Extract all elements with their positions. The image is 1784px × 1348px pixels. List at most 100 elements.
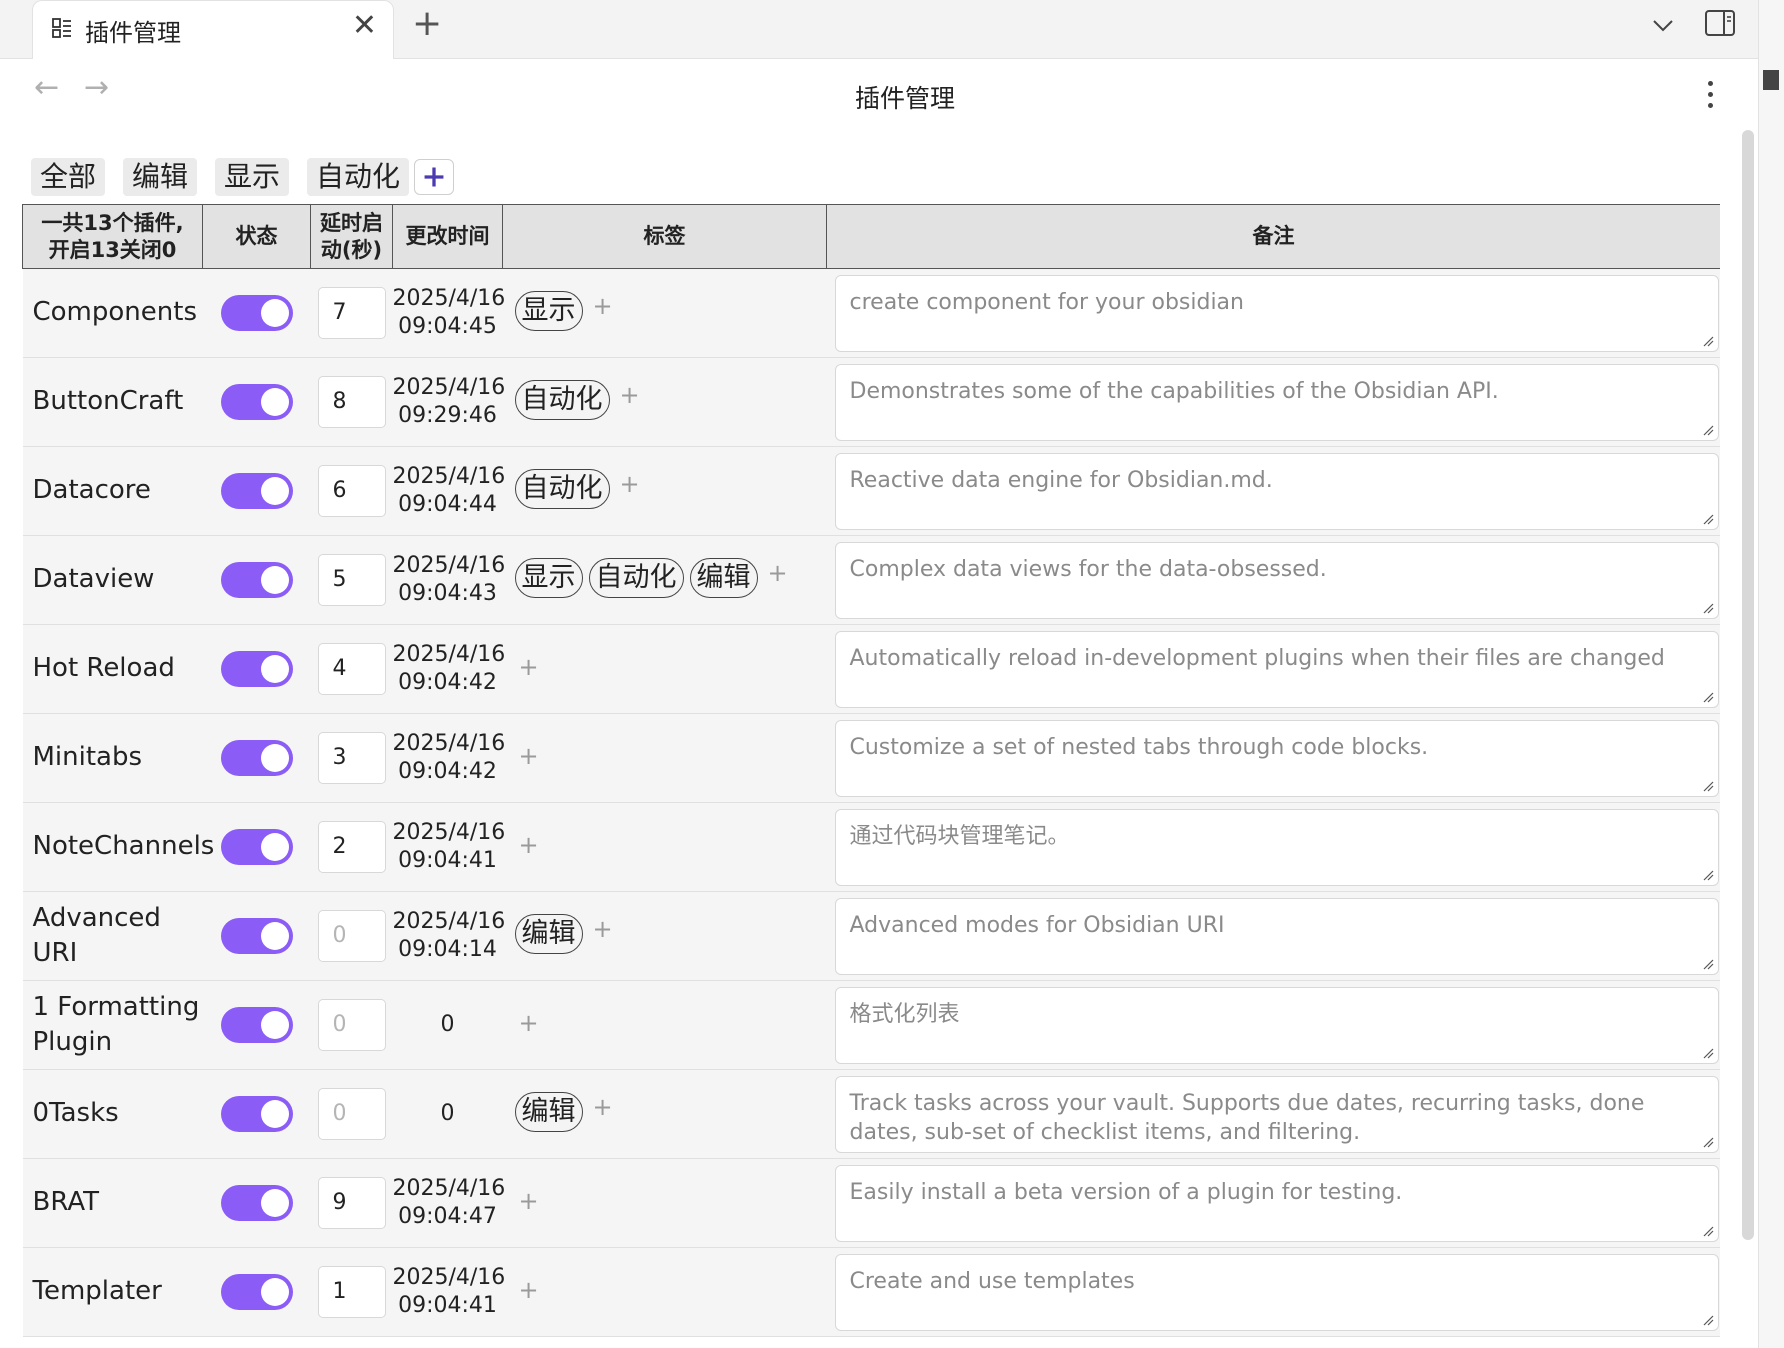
- add-tag-button[interactable]: +: [519, 1186, 539, 1216]
- plugin-name: BRAT: [22, 1158, 203, 1248]
- more-options-icon[interactable]: [1706, 81, 1714, 111]
- note-text: Create and use templates: [849, 1268, 1135, 1294]
- note-textarea[interactable]: Complex data views for the data-obsessed…: [834, 541, 1719, 619]
- toggle-knob: [260, 1011, 289, 1039]
- note-textarea[interactable]: Demonstrates some of the capabilities of…: [834, 363, 1719, 441]
- note-textarea[interactable]: Create and use templates: [834, 1253, 1719, 1331]
- delay-input[interactable]: 8: [317, 376, 386, 428]
- note-cell: Complex data views for the data-obsessed…: [826, 535, 1720, 625]
- enable-toggle[interactable]: [220, 918, 293, 954]
- filter-chip-edit[interactable]: 编辑: [123, 158, 198, 196]
- add-tag-button[interactable]: +: [768, 558, 788, 588]
- note-textarea[interactable]: Track tasks across your vault. Supports …: [834, 1075, 1719, 1153]
- toggle-knob: [260, 566, 289, 594]
- delay-input[interactable]: 1: [317, 1266, 386, 1318]
- resize-grip-icon[interactable]: [1702, 958, 1714, 970]
- add-filter-button[interactable]: [414, 159, 454, 195]
- chevron-down-icon[interactable]: [1650, 12, 1676, 38]
- delay-input[interactable]: 6: [317, 465, 386, 517]
- close-icon[interactable]: ✕: [352, 11, 377, 41]
- delay-input[interactable]: 3: [317, 732, 386, 784]
- enable-toggle[interactable]: [220, 384, 293, 420]
- add-tag-button[interactable]: +: [519, 1008, 539, 1038]
- tag-chip-edit[interactable]: 编辑: [689, 558, 758, 598]
- resize-grip-icon[interactable]: [1702, 1047, 1714, 1059]
- enable-toggle[interactable]: [220, 1185, 293, 1221]
- tag-chip-automation[interactable]: 自动化: [514, 469, 610, 509]
- resize-grip-icon[interactable]: [1702, 869, 1714, 881]
- delay-input[interactable]: 9: [317, 1177, 386, 1229]
- state-cell: [202, 713, 311, 803]
- resize-grip-icon[interactable]: [1702, 780, 1714, 792]
- tags-cell: +: [502, 624, 827, 714]
- note-textarea[interactable]: Automatically reload in-development plug…: [834, 630, 1719, 708]
- enable-toggle[interactable]: [220, 295, 293, 331]
- delay-input[interactable]: 5: [317, 554, 386, 606]
- enable-toggle[interactable]: [220, 740, 293, 776]
- state-cell: [202, 1247, 311, 1337]
- filter-chip-automation[interactable]: 自动化: [307, 158, 410, 196]
- enable-toggle[interactable]: [220, 829, 293, 865]
- add-tag-button[interactable]: +: [519, 741, 539, 771]
- enable-toggle[interactable]: [220, 473, 293, 509]
- resize-grip-icon[interactable]: [1702, 691, 1714, 703]
- delay-input[interactable]: 0: [317, 999, 386, 1051]
- note-cell: Easily install a beta version of a plugi…: [826, 1158, 1720, 1248]
- tag-chip-display[interactable]: 显示: [514, 291, 583, 331]
- enable-toggle[interactable]: [220, 562, 293, 598]
- modified-date: 2025/4/16: [392, 1175, 506, 1201]
- resize-grip-icon[interactable]: [1702, 1136, 1714, 1148]
- enable-toggle[interactable]: [220, 1096, 293, 1132]
- add-tag-button[interactable]: +: [519, 652, 539, 682]
- delay-input[interactable]: 0: [317, 910, 386, 962]
- state-cell: [202, 1069, 311, 1159]
- resize-grip-icon[interactable]: [1702, 1314, 1714, 1326]
- note-textarea[interactable]: Reactive data engine for Obsidian.md.: [834, 452, 1719, 530]
- tag-chip-edit[interactable]: 编辑: [514, 914, 583, 954]
- note-textarea[interactable]: Advanced modes for Obsidian URI: [834, 897, 1719, 975]
- add-tag-button[interactable]: +: [519, 1275, 539, 1305]
- tag-chip-edit[interactable]: 编辑: [514, 1092, 583, 1132]
- add-tag-button[interactable]: +: [593, 291, 613, 321]
- scrollbar[interactable]: [1742, 130, 1754, 1240]
- tag-chip-display[interactable]: 显示: [514, 558, 583, 598]
- note-textarea[interactable]: create component for your obsidian: [834, 274, 1719, 352]
- modified-date: 2025/4/16: [392, 374, 506, 400]
- resize-grip-icon[interactable]: [1702, 1225, 1714, 1237]
- add-tag-button[interactable]: +: [593, 914, 613, 944]
- sidebar-toggle-icon[interactable]: [1704, 9, 1736, 37]
- tab-plugin-manager[interactable]: 插件管理 ✕: [32, 0, 394, 59]
- add-tag-button[interactable]: +: [519, 830, 539, 860]
- tags-list: +: [515, 741, 827, 771]
- plugin-table-container: 一共13个插件, 开启13关闭0 状态 延时启 动(秒) 更改时间 标签 备注 …: [22, 204, 1720, 1348]
- note-textarea[interactable]: 通过代码块管理笔记。: [834, 808, 1719, 886]
- enable-toggle[interactable]: [220, 1274, 293, 1310]
- add-tag-button[interactable]: +: [620, 469, 640, 499]
- resize-grip-icon[interactable]: [1702, 424, 1714, 436]
- tag-chip-automation[interactable]: 自动化: [588, 558, 684, 598]
- add-tag-button[interactable]: +: [593, 1092, 613, 1122]
- resize-grip-icon[interactable]: [1702, 335, 1714, 347]
- resize-grip-icon[interactable]: [1702, 602, 1714, 614]
- tag-chip-automation[interactable]: 自动化: [514, 380, 610, 420]
- toggle-knob: [260, 1189, 289, 1217]
- delay-input[interactable]: 7: [317, 287, 386, 339]
- delay-cell: 0: [310, 980, 393, 1070]
- delay-input[interactable]: 0: [317, 1088, 386, 1140]
- enable-toggle[interactable]: [220, 651, 293, 687]
- new-tab-button[interactable]: +: [412, 6, 442, 42]
- add-tag-button[interactable]: +: [620, 380, 640, 410]
- filter-chip-display[interactable]: 显示: [215, 158, 290, 196]
- delay-cell: 1: [310, 1247, 393, 1337]
- modified-time: 09:04:42: [398, 759, 497, 784]
- enable-toggle[interactable]: [220, 1007, 293, 1043]
- table-row: 0Tasks 0 0 编辑 + Track tasks across your vault…: [22, 1069, 1720, 1159]
- note-textarea[interactable]: Customize a set of nested tabs through c…: [834, 719, 1719, 797]
- note-textarea[interactable]: 格式化列表: [834, 986, 1719, 1064]
- note-textarea[interactable]: Easily install a beta version of a plugi…: [834, 1164, 1719, 1242]
- filter-chip-all[interactable]: 全部: [31, 158, 106, 196]
- resize-grip-icon[interactable]: [1702, 513, 1714, 525]
- delay-input[interactable]: 4: [317, 643, 386, 695]
- tags-list: 显示 自动化 编辑 +: [514, 558, 827, 598]
- delay-input[interactable]: 2: [317, 821, 386, 873]
